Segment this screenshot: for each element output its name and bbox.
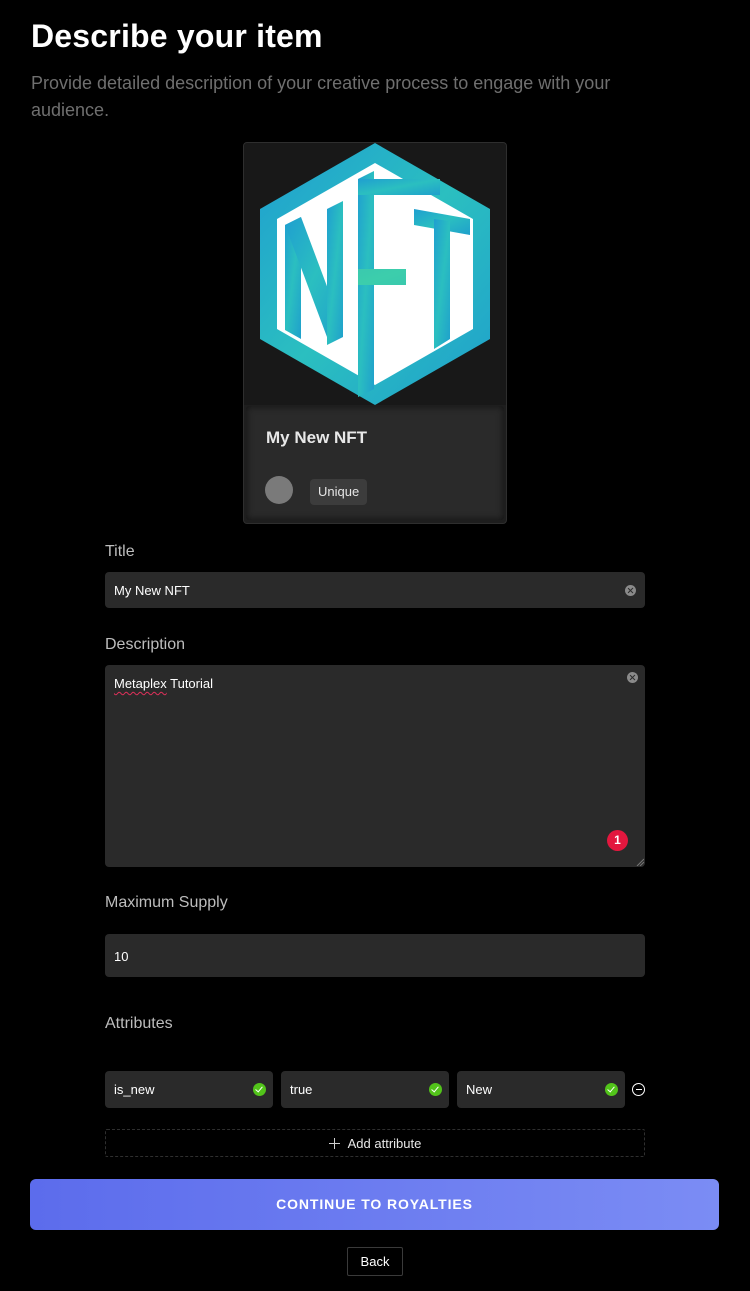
- title-input-value: My New NFT: [114, 583, 190, 598]
- check-icon: [253, 1083, 266, 1096]
- nft-hexagon-logo-icon: [260, 143, 490, 405]
- nft-card-title: My New NFT: [266, 428, 368, 447]
- description-value: Metaplex Tutorial: [114, 676, 213, 691]
- nft-artwork: [244, 143, 506, 405]
- supply-label: Maximum Supply: [105, 894, 228, 911]
- description-textarea[interactable]: Metaplex Tutorial 1: [105, 665, 645, 867]
- continue-to-royalties-button[interactable]: CONTINUE TO ROYALTIES: [30, 1179, 719, 1230]
- title-label: Title: [105, 543, 135, 560]
- attribute-value-text: true: [290, 1082, 313, 1097]
- nft-card-footer: My New NFT Unique: [246, 406, 504, 520]
- max-supply-value: 10: [114, 949, 129, 964]
- max-supply-input[interactable]: 10: [105, 934, 645, 977]
- check-icon: [605, 1083, 618, 1096]
- nft-preview-card: My New NFT Unique: [243, 142, 507, 524]
- edition-badge: Unique: [310, 479, 368, 505]
- back-button[interactable]: Back: [347, 1247, 403, 1276]
- attribute-value-input[interactable]: true: [281, 1071, 449, 1108]
- page-subtitle: Provide detailed description of your cre…: [31, 73, 611, 120]
- resize-handle-icon[interactable]: [636, 858, 644, 866]
- attribute-display-input[interactable]: New: [457, 1071, 625, 1108]
- clear-icon[interactable]: [625, 585, 636, 596]
- attribute-trait-value: is_new: [114, 1082, 155, 1097]
- clear-icon[interactable]: [627, 672, 638, 683]
- remove-attribute-icon[interactable]: [632, 1083, 645, 1096]
- attribute-display-text: New: [466, 1082, 493, 1097]
- add-attribute-label: Add attribute: [347, 1136, 422, 1151]
- misspelled-word: Metaplex: [114, 676, 167, 691]
- plus-icon: [328, 1138, 340, 1149]
- check-icon: [429, 1083, 442, 1096]
- attribute-trait-input[interactable]: is_new: [105, 1071, 273, 1108]
- creator-avatar: [265, 476, 293, 504]
- description-rest: Tutorial: [166, 676, 213, 691]
- attributes-label: Attributes: [105, 1015, 173, 1032]
- notification-badge[interactable]: 1: [607, 830, 628, 851]
- add-attribute-button[interactable]: Add attribute: [105, 1129, 645, 1157]
- description-label: Description: [105, 636, 186, 653]
- title-input[interactable]: My New NFT: [105, 572, 645, 608]
- page-title: Describe your item: [31, 18, 323, 54]
